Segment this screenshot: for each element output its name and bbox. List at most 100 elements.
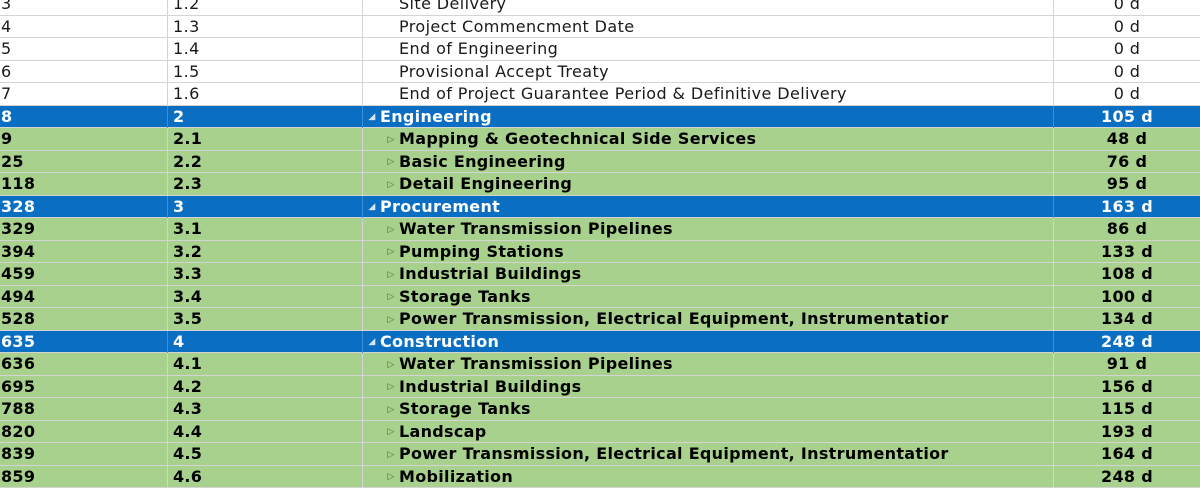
expand-triangle-icon[interactable]: ▷ <box>383 376 399 398</box>
duration-cell[interactable]: 91 d <box>1054 353 1200 375</box>
wbs-cell[interactable]: 1.4 <box>168 38 363 60</box>
task-id-cell[interactable]: 494 <box>0 286 168 308</box>
task-id-cell[interactable]: 459 <box>0 263 168 285</box>
duration-cell[interactable]: 48 d <box>1054 128 1200 150</box>
duration-cell[interactable]: 134 d <box>1054 308 1200 330</box>
duration-cell[interactable]: 108 d <box>1054 263 1200 285</box>
task-row[interactable]: 3293.1▷Water Transmission Pipelines86 d <box>0 218 1200 241</box>
task-row[interactable]: 31.2Site Delivery0 d <box>0 0 1200 16</box>
task-id-cell[interactable]: 394 <box>0 241 168 263</box>
task-row[interactable]: 252.2▷Basic Engineering76 d <box>0 151 1200 174</box>
task-row[interactable]: 41.3Project Commencment Date0 d <box>0 16 1200 39</box>
task-name-cell[interactable]: End of Project Guarantee Period & Defini… <box>363 83 1054 105</box>
wbs-cell[interactable]: 3.5 <box>168 308 363 330</box>
wbs-cell[interactable]: 4.4 <box>168 421 363 443</box>
duration-cell[interactable]: 0 d <box>1054 16 1200 38</box>
task-row[interactable]: 1182.3▷Detail Engineering95 d <box>0 173 1200 196</box>
task-name-cell[interactable]: ◢Engineering <box>363 106 1054 128</box>
task-name-cell[interactable]: ▷Pumping Stations <box>363 241 1054 263</box>
task-name-cell[interactable]: ▷Landscap <box>363 421 1054 443</box>
task-row[interactable]: 92.1▷Mapping & Geotechnical Side Service… <box>0 128 1200 151</box>
wbs-cell[interactable]: 3.4 <box>168 286 363 308</box>
task-name-cell[interactable]: Site Delivery <box>363 0 1054 15</box>
task-row[interactable]: 8594.6▷Mobilization248 d <box>0 466 1200 488</box>
task-row[interactable]: 5283.5▷Power Transmission, Electrical Eq… <box>0 308 1200 331</box>
task-id-cell[interactable]: 635 <box>0 331 168 353</box>
task-row[interactable]: 4943.4▷Storage Tanks100 d <box>0 286 1200 309</box>
task-name-cell[interactable]: ▷Storage Tanks <box>363 398 1054 420</box>
duration-cell[interactable]: 0 d <box>1054 0 1200 15</box>
expand-triangle-icon[interactable]: ▷ <box>383 399 399 421</box>
task-id-cell[interactable]: 329 <box>0 218 168 240</box>
task-id-cell[interactable]: 6 <box>0 61 168 83</box>
task-row[interactable]: 4593.3▷Industrial Buildings108 d <box>0 263 1200 286</box>
summary-task-row[interactable]: 6354◢Construction248 d <box>0 331 1200 354</box>
duration-cell[interactable]: 86 d <box>1054 218 1200 240</box>
task-name-cell[interactable]: ▷Power Transmission, Electrical Equipmen… <box>363 308 1054 330</box>
wbs-cell[interactable]: 2.1 <box>168 128 363 150</box>
task-name-cell[interactable]: Provisional Accept Treaty <box>363 61 1054 83</box>
wbs-cell[interactable]: 3.1 <box>168 218 363 240</box>
wbs-cell[interactable]: 1.3 <box>168 16 363 38</box>
task-id-cell[interactable]: 528 <box>0 308 168 330</box>
wbs-cell[interactable]: 3.2 <box>168 241 363 263</box>
task-row[interactable]: 61.5Provisional Accept Treaty0 d <box>0 61 1200 84</box>
wbs-cell[interactable]: 2 <box>168 106 363 128</box>
task-name-cell[interactable]: ◢Construction <box>363 331 1054 353</box>
task-id-cell[interactable]: 3 <box>0 0 168 15</box>
task-row[interactable]: 6364.1▷Water Transmission Pipelines91 d <box>0 353 1200 376</box>
task-id-cell[interactable]: 839 <box>0 443 168 465</box>
expand-triangle-icon[interactable]: ▷ <box>383 264 399 286</box>
wbs-cell[interactable]: 4.1 <box>168 353 363 375</box>
task-row[interactable]: 51.4End of Engineering0 d <box>0 38 1200 61</box>
duration-cell[interactable]: 164 d <box>1054 443 1200 465</box>
duration-cell[interactable]: 0 d <box>1054 83 1200 105</box>
task-name-cell[interactable]: ▷Power Transmission, Electrical Equipmen… <box>363 443 1054 465</box>
summary-task-row[interactable]: 82◢Engineering105 d <box>0 106 1200 129</box>
task-row[interactable]: 6954.2▷Industrial Buildings156 d <box>0 376 1200 399</box>
summary-task-row[interactable]: 3283◢Procurement163 d <box>0 196 1200 219</box>
duration-cell[interactable]: 105 d <box>1054 106 1200 128</box>
task-row[interactable]: 8394.5▷Power Transmission, Electrical Eq… <box>0 443 1200 466</box>
task-name-cell[interactable]: ▷Water Transmission Pipelines <box>363 353 1054 375</box>
task-name-cell[interactable]: ▷Industrial Buildings <box>363 263 1054 285</box>
wbs-cell[interactable]: 1.5 <box>168 61 363 83</box>
task-id-cell[interactable]: 788 <box>0 398 168 420</box>
collapse-triangle-icon[interactable]: ◢ <box>364 196 380 218</box>
collapse-triangle-icon[interactable]: ◢ <box>364 106 380 128</box>
expand-triangle-icon[interactable]: ▷ <box>383 151 399 173</box>
duration-cell[interactable]: 193 d <box>1054 421 1200 443</box>
expand-triangle-icon[interactable]: ▷ <box>383 286 399 308</box>
task-id-cell[interactable]: 118 <box>0 173 168 195</box>
wbs-cell[interactable]: 1.6 <box>168 83 363 105</box>
expand-triangle-icon[interactable]: ▷ <box>383 174 399 196</box>
wbs-cell[interactable]: 4 <box>168 331 363 353</box>
task-name-cell[interactable]: ▷Mapping & Geotechnical Side Services <box>363 128 1054 150</box>
task-id-cell[interactable]: 7 <box>0 83 168 105</box>
task-name-cell[interactable]: ▷Basic Engineering <box>363 151 1054 173</box>
task-id-cell[interactable]: 9 <box>0 128 168 150</box>
task-name-cell[interactable]: End of Engineering <box>363 38 1054 60</box>
wbs-cell[interactable]: 2.2 <box>168 151 363 173</box>
duration-cell[interactable]: 100 d <box>1054 286 1200 308</box>
duration-cell[interactable]: 95 d <box>1054 173 1200 195</box>
task-row[interactable]: 71.6End of Project Guarantee Period & De… <box>0 83 1200 106</box>
expand-triangle-icon[interactable]: ▷ <box>383 241 399 263</box>
collapse-triangle-icon[interactable]: ◢ <box>364 331 380 353</box>
task-id-cell[interactable]: 636 <box>0 353 168 375</box>
task-row[interactable]: 3943.2▷Pumping Stations133 d <box>0 241 1200 264</box>
duration-cell[interactable]: 163 d <box>1054 196 1200 218</box>
task-id-cell[interactable]: 5 <box>0 38 168 60</box>
expand-triangle-icon[interactable]: ▷ <box>383 444 399 466</box>
task-id-cell[interactable]: 25 <box>0 151 168 173</box>
duration-cell[interactable]: 156 d <box>1054 376 1200 398</box>
wbs-cell[interactable]: 1.2 <box>168 0 363 15</box>
task-id-cell[interactable]: 820 <box>0 421 168 443</box>
task-id-cell[interactable]: 4 <box>0 16 168 38</box>
task-name-cell[interactable]: ▷Industrial Buildings <box>363 376 1054 398</box>
expand-triangle-icon[interactable]: ▷ <box>383 421 399 443</box>
duration-cell[interactable]: 133 d <box>1054 241 1200 263</box>
wbs-cell[interactable]: 4.3 <box>168 398 363 420</box>
task-name-cell[interactable]: ▷Storage Tanks <box>363 286 1054 308</box>
task-row[interactable]: 8204.4▷Landscap193 d <box>0 421 1200 444</box>
